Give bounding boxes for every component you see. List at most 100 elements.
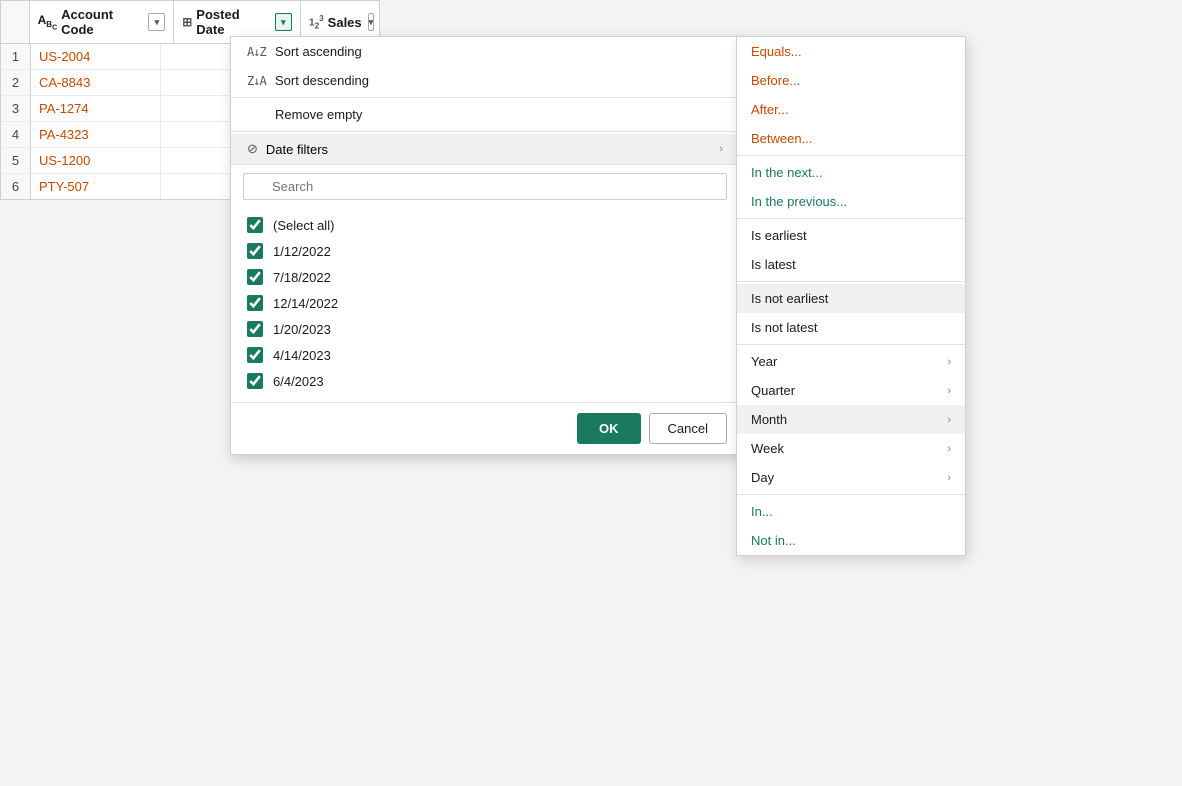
sort-descending-icon: Z↓A xyxy=(247,74,267,88)
divider xyxy=(231,97,739,98)
submenu-week[interactable]: Week › xyxy=(737,434,965,463)
checkbox-select-all-label: (Select all) xyxy=(273,218,334,233)
submenu-is-not-earliest[interactable]: Is not earliest xyxy=(737,284,965,313)
sort-descending-item[interactable]: Z↓A Sort descending xyxy=(231,66,739,95)
account-code-label: Account Code xyxy=(61,7,142,37)
submenu-not-in[interactable]: Not in... xyxy=(737,526,965,555)
sales-label: Sales xyxy=(328,15,362,30)
submenu-day[interactable]: Day › xyxy=(737,463,965,492)
submenu-month[interactable]: Month › xyxy=(737,405,965,434)
account-filter-arrow[interactable]: ▾ xyxy=(148,13,165,31)
quarter-label: Quarter xyxy=(751,383,795,398)
in-next-label: In the next... xyxy=(751,165,823,180)
after-label: After... xyxy=(751,102,789,117)
row-num: 2 xyxy=(1,70,31,95)
submenu-in-prev[interactable]: In the previous... xyxy=(737,187,965,216)
submenu-before[interactable]: Before... xyxy=(737,66,965,95)
account-cell: US-2004 xyxy=(31,44,161,69)
checkbox-date-5-input[interactable] xyxy=(247,347,263,363)
submenu-divider xyxy=(737,155,965,156)
date-filters-item[interactable]: ⊘ Date filters › xyxy=(231,134,739,164)
day-chevron: › xyxy=(947,472,951,484)
checkbox-date-6-label: 6/4/2023 xyxy=(273,374,324,389)
submenu-between[interactable]: Between... xyxy=(737,124,965,153)
row-num: 1 xyxy=(1,44,31,69)
year-chevron: › xyxy=(947,356,951,368)
checkbox-date-3[interactable]: 12/14/2022 xyxy=(243,290,727,316)
submenu-is-earliest[interactable]: Is earliest xyxy=(737,221,965,250)
search-wrap: 🔍 xyxy=(231,164,739,208)
checkbox-select-all-input[interactable] xyxy=(247,217,263,233)
sort-ascending-icon: A↓Z xyxy=(247,45,267,59)
account-cell: US-1200 xyxy=(31,148,161,173)
year-label: Year xyxy=(751,354,777,369)
abc-icon: ABC xyxy=(38,13,58,32)
search-input[interactable] xyxy=(243,173,727,200)
checkbox-date-6[interactable]: 6/4/2023 xyxy=(243,368,727,394)
date-icon: ⊞ xyxy=(182,15,192,29)
checkbox-date-2-input[interactable] xyxy=(247,269,263,285)
sort-ascending-label: Sort ascending xyxy=(275,44,362,59)
row-num: 4 xyxy=(1,122,31,147)
filter-dropdown: A↓Z Sort ascending Z↓A Sort descending R… xyxy=(230,36,740,455)
date-submenu: Equals... Before... After... Between... … xyxy=(736,36,966,556)
in-prev-label: In the previous... xyxy=(751,194,847,209)
checkbox-select-all[interactable]: (Select all) xyxy=(243,212,727,238)
equals-label: Equals... xyxy=(751,44,802,59)
date-filters-label: Date filters xyxy=(266,142,711,157)
column-header-account[interactable]: ABC Account Code ▾ xyxy=(30,1,175,43)
submenu-is-latest[interactable]: Is latest xyxy=(737,250,965,279)
is-earliest-label: Is earliest xyxy=(751,228,807,243)
is-latest-label: Is latest xyxy=(751,257,796,272)
submenu-equals[interactable]: Equals... xyxy=(737,37,965,66)
submenu-divider xyxy=(737,218,965,219)
row-num: 6 xyxy=(1,174,31,199)
cancel-button[interactable]: Cancel xyxy=(649,413,727,444)
checkbox-date-5-label: 4/14/2023 xyxy=(273,348,331,363)
account-cell: PA-4323 xyxy=(31,122,161,147)
month-label: Month xyxy=(751,412,787,427)
checkbox-date-5[interactable]: 4/14/2023 xyxy=(243,342,727,368)
in-label: In... xyxy=(751,504,773,519)
checkbox-date-1-input[interactable] xyxy=(247,243,263,259)
checkbox-date-4-input[interactable] xyxy=(247,321,263,337)
account-cell: CA-8843 xyxy=(31,70,161,95)
posted-date-label: Posted Date xyxy=(196,7,268,37)
submenu-divider xyxy=(737,281,965,282)
not-in-label: Not in... xyxy=(751,533,796,548)
num-icon: 123 xyxy=(309,14,324,30)
submenu-in-next[interactable]: In the next... xyxy=(737,158,965,187)
week-label: Week xyxy=(751,441,784,456)
search-container: 🔍 xyxy=(243,173,727,200)
day-label: Day xyxy=(751,470,774,485)
submenu-divider xyxy=(737,494,965,495)
submenu-year[interactable]: Year › xyxy=(737,347,965,376)
before-label: Before... xyxy=(751,73,800,88)
sales-filter-arrow[interactable]: ▾ xyxy=(368,13,375,31)
checkbox-date-1-label: 1/12/2022 xyxy=(273,244,331,259)
row-num: 3 xyxy=(1,96,31,121)
checkbox-date-1[interactable]: 1/12/2022 xyxy=(243,238,727,264)
ok-button[interactable]: OK xyxy=(577,413,641,444)
checkbox-date-3-label: 12/14/2022 xyxy=(273,296,338,311)
submenu-quarter[interactable]: Quarter › xyxy=(737,376,965,405)
between-label: Between... xyxy=(751,131,812,146)
checkbox-date-4[interactable]: 1/20/2023 xyxy=(243,316,727,342)
week-chevron: › xyxy=(947,443,951,455)
submenu-in[interactable]: In... xyxy=(737,497,965,526)
submenu-after[interactable]: After... xyxy=(737,95,965,124)
checkbox-date-2[interactable]: 7/18/2022 xyxy=(243,264,727,290)
submenu-is-not-latest[interactable]: Is not latest xyxy=(737,313,965,342)
sort-ascending-item[interactable]: A↓Z Sort ascending xyxy=(231,37,739,66)
remove-empty-item[interactable]: Remove empty xyxy=(231,100,739,129)
checkbox-date-6-input[interactable] xyxy=(247,373,263,389)
checkbox-list: (Select all) 1/12/2022 7/18/2022 12/14/2… xyxy=(231,208,739,402)
date-filter-arrow[interactable]: ▾ xyxy=(275,13,292,31)
sort-descending-label: Sort descending xyxy=(275,73,369,88)
submenu-divider xyxy=(737,344,965,345)
filter-actions: OK Cancel xyxy=(231,402,739,454)
row-num-header xyxy=(1,1,30,43)
filter-icon: ⊘ xyxy=(247,141,258,157)
remove-empty-label: Remove empty xyxy=(275,107,362,122)
checkbox-date-3-input[interactable] xyxy=(247,295,263,311)
